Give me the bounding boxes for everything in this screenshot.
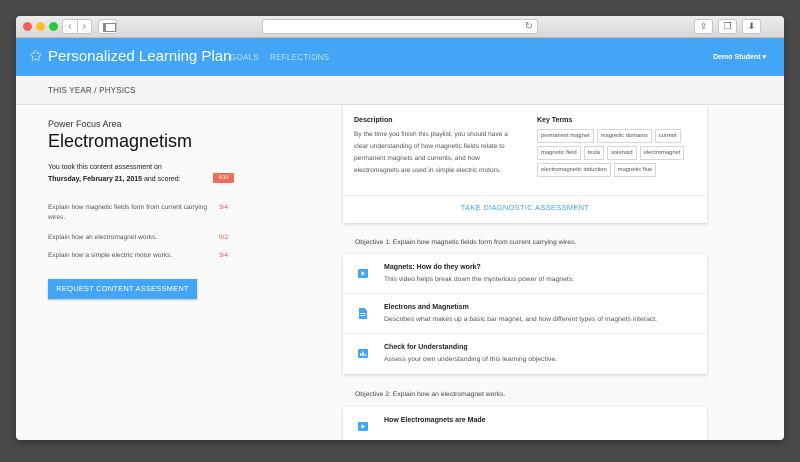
nav-goals[interactable]: GOALS — [230, 53, 259, 62]
description-body: By the time you finish this playlist, yo… — [354, 131, 508, 174]
resource-title: Electrons and Magnetism — [384, 304, 469, 311]
key-term-chip[interactable]: magnetic flux — [613, 163, 656, 177]
objective-score-value: 3/4 — [218, 204, 228, 211]
resource-description: This video helps break down the mysterio… — [384, 276, 575, 283]
request-content-assessment-button[interactable]: REQUEST CONTENT ASSESSMENT — [48, 279, 197, 299]
resource-description: Assess your own understanding of this le… — [384, 356, 558, 363]
resource-list: How Electromagnets are Made — [343, 407, 707, 440]
browser-toolbar: ‹ › ↻ ⇪ ❐ ⬇ — [16, 16, 784, 38]
resource-item[interactable]: How Electromagnets are Made — [343, 407, 707, 440]
objective-score-row: Explain how an electromagnet works. 0/2 — [48, 233, 233, 243]
key-terms-title: Key Terms — [537, 117, 573, 124]
objective-score-value: 3/4 — [218, 252, 228, 259]
address-bar[interactable]: ↻ — [262, 19, 538, 34]
assessment-line-1: You took this content assessment on — [48, 164, 162, 171]
key-term-chip[interactable]: solenoid — [607, 146, 637, 160]
star-icon: ✩ — [29, 48, 43, 65]
objective-score-value: 0/2 — [218, 234, 228, 241]
page-title: Electromagnetism — [48, 131, 193, 151]
video-icon — [358, 422, 368, 431]
objective-score-row: Explain how magnetic fields form from cu… — [48, 203, 233, 222]
score-badge: 6/10 — [213, 173, 234, 183]
resource-item[interactable]: Magnets: How do they work? This video he… — [343, 254, 707, 294]
key-term-chip[interactable]: permanent magnet — [537, 129, 594, 143]
take-diagnostic-assessment-button[interactable]: TAKE DIAGNOSTIC ASSESSMENT — [343, 203, 707, 212]
key-term-chip[interactable]: magnetic field — [537, 146, 581, 160]
video-icon — [358, 269, 368, 278]
key-term-chip[interactable]: magnetic domains — [596, 129, 652, 143]
document-icon — [359, 308, 367, 319]
forward-button[interactable]: › — [78, 20, 92, 33]
history-nav: ‹ › — [62, 19, 92, 34]
resource-title: Check for Understanding — [384, 344, 468, 351]
focus-area-label: Power Focus Area — [48, 119, 122, 129]
resource-item[interactable]: Electrons and Magnetism Describes what m… — [343, 294, 707, 334]
breadcrumb-bar: THIS YEAR / PHYSICS — [16, 76, 784, 105]
minimize-window-button[interactable] — [36, 22, 45, 31]
reload-icon[interactable]: ↻ — [525, 20, 533, 33]
objective-heading: Objective 1: Explain how magnetic fields… — [355, 239, 577, 246]
objective-heading: Objective 2: Explain how an electromagne… — [355, 391, 506, 398]
app-header: ✩ Personalized Learning Plan GOALS REFLE… — [16, 38, 784, 76]
app-title[interactable]: Personalized Learning Plan — [48, 48, 231, 65]
share-icon[interactable]: ⇪ — [694, 19, 713, 34]
tabs-icon[interactable]: ❐ — [718, 19, 737, 34]
divider — [343, 195, 707, 196]
maximize-window-button[interactable] — [49, 22, 58, 31]
resource-item[interactable]: Check for Understanding Assess your own … — [343, 334, 707, 374]
user-menu[interactable]: Demo Student ▾ — [713, 53, 766, 61]
close-window-button[interactable] — [23, 22, 32, 31]
assessment-line-2: and scored: — [142, 176, 181, 183]
resource-list: Magnets: How do they work? This video he… — [343, 254, 707, 374]
objective-score-text: Explain how an electromagnet works. — [48, 234, 158, 241]
main-content: Power Focus Area Electromagnetism You to… — [16, 105, 784, 440]
key-term-chip[interactable]: current — [654, 129, 681, 143]
browser-window: ‹ › ↻ ⇪ ❐ ⬇ ✩ Personalized Learning Plan… — [16, 16, 784, 440]
assessment-summary: You took this content assessment on Thur… — [48, 162, 218, 186]
assessment-date: Thursday, February 21, 2015 — [48, 176, 143, 183]
objective-score-row: Explain how a simple electric motor work… — [48, 251, 233, 261]
nav-reflections[interactable]: REFLECTIONS — [270, 53, 329, 62]
breadcrumb: THIS YEAR / PHYSICS — [48, 86, 136, 95]
resource-title: How Electromagnets are Made — [384, 417, 486, 424]
objective-score-text: Explain how magnetic fields form from cu… — [48, 204, 208, 221]
description-card: Description By the time you finish this … — [343, 105, 707, 223]
objective-score-text: Explain how a simple electric motor work… — [48, 252, 173, 259]
chart-icon — [358, 349, 368, 358]
key-term-chip[interactable]: electromagnetic induction — [537, 163, 611, 177]
resource-title: Magnets: How do they work? — [384, 264, 481, 271]
back-button[interactable]: ‹ — [63, 20, 78, 33]
key-term-chip[interactable]: electromagnet — [639, 146, 685, 160]
sidebar-toggle-icon[interactable] — [98, 19, 117, 34]
resource-description: Describes what makes up a basic bar magn… — [384, 316, 658, 323]
key-terms-list: permanent magnet magnetic domains curren… — [537, 129, 702, 177]
download-icon[interactable]: ⬇ — [742, 19, 761, 34]
key-term-chip[interactable]: tesla — [583, 146, 605, 160]
description-title: Description — [354, 117, 393, 124]
